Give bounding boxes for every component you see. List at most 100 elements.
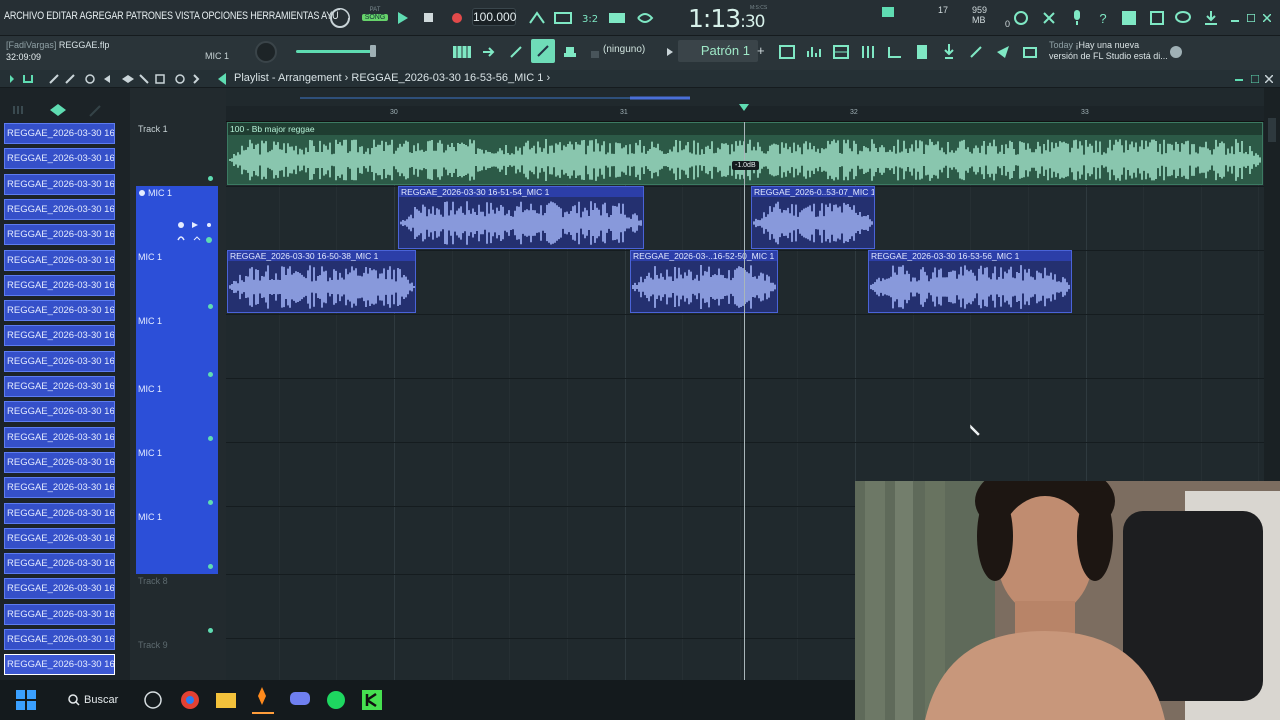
picker-clip-item[interactable]: REGGAE_2026-03-30 16-...	[4, 401, 115, 423]
keyboard-typing-icon[interactable]	[606, 7, 628, 29]
piano-roll-icon[interactable]	[830, 41, 852, 63]
track-settings-icon[interactable]	[138, 189, 146, 197]
chat-icon[interactable]	[1172, 7, 1194, 29]
add-pattern-button[interactable]: +	[757, 43, 765, 58]
arrow-right-icon[interactable]	[478, 41, 500, 63]
mixer-icon[interactable]	[857, 41, 879, 63]
track-header-4[interactable]: MIC 1	[136, 314, 218, 378]
audio-clip-vocal-3[interactable]: REGGAE_2026-03-30 16-50-38_MIC 1	[227, 250, 416, 313]
help-icon[interactable]: ?	[1092, 7, 1114, 29]
tempo-display[interactable]: 100.000	[472, 8, 516, 26]
stop-button[interactable]	[418, 7, 440, 29]
picker-clip-item[interactable]: REGGAE_2026-03-30 16-...	[4, 578, 115, 600]
picker-clip-item[interactable]: REGGAE_2026-03-30 16-...	[4, 123, 115, 144]
track-led-8[interactable]	[208, 628, 213, 633]
stamp-icon[interactable]	[559, 41, 581, 63]
playlist-menu-arrow-icon[interactable]	[218, 73, 228, 85]
recording-icon[interactable]	[329, 7, 351, 29]
track-header-1[interactable]: Track 1	[136, 122, 218, 186]
picker-clip-item[interactable]: REGGAE_2026-03-30 16-...	[4, 629, 115, 650]
track-header-3[interactable]: MIC 1	[136, 250, 218, 314]
track-led-4[interactable]	[208, 372, 213, 377]
track-led-1[interactable]	[208, 176, 213, 181]
overview-strip[interactable]	[300, 94, 690, 102]
plugin-picker-icon[interactable]	[911, 41, 933, 63]
playhead[interactable]	[744, 122, 745, 680]
close-app-icon[interactable]	[1256, 7, 1278, 29]
picker-clip-item[interactable]: REGGAE_2026-03-30 16-...	[4, 249, 115, 271]
picker-clip-item[interactable]: REGGAE_2026-03-30 16-...	[4, 451, 115, 473]
undo-icon[interactable]	[1010, 7, 1032, 29]
main-menu[interactable]: ARCHIVO EDITAR AGREGAR PATRONES VISTA OP…	[4, 10, 339, 22]
playlist-maximize-icon[interactable]	[1248, 68, 1262, 90]
audio-clip-beat[interactable]: 100 - Bb major reggae	[227, 122, 1263, 185]
master-pitch-slider[interactable]	[296, 50, 376, 53]
audio-clip-vocal-2[interactable]: REGGAE_2026-0..53-07_MIC 1	[751, 186, 875, 249]
track-header-8[interactable]: Track 8	[136, 574, 218, 638]
track-header-6[interactable]: MIC 1	[136, 442, 218, 506]
picker-clip-item[interactable]: REGGAE_2026-03-30 16-...	[4, 527, 115, 549]
task-view-icon[interactable]	[143, 690, 163, 710]
picker-clip-item[interactable]: REGGAE_2026-03-30 16-...	[4, 603, 115, 625]
loop-record-icon[interactable]	[634, 7, 656, 29]
record-button[interactable]	[446, 7, 468, 29]
track-led-7[interactable]	[208, 564, 213, 569]
playlist-minimize-icon[interactable]	[1232, 68, 1246, 90]
countdown-icon[interactable]: 3:2	[580, 7, 602, 29]
picker-clip-item[interactable]: REGGAE_2026-03-30 16-...	[4, 654, 115, 676]
slider-handle[interactable]	[370, 45, 376, 57]
plugin-database-icon[interactable]	[1146, 7, 1168, 29]
picker-clip-item[interactable]: REGGAE_2026-03-30 16-...	[4, 502, 115, 524]
touch-keyboard-icon[interactable]	[938, 41, 960, 63]
globe-icon[interactable]	[1165, 41, 1187, 63]
taskbar-search[interactable]: Buscar	[62, 689, 126, 711]
news-panel[interactable]: Today ¡Hay una nueva versión de FL Studi…	[1049, 40, 1168, 62]
picker-clip-item[interactable]: REGGAE_2026-03-30 16-...	[4, 300, 115, 322]
picker-clip-item[interactable]: REGGAE_2026-03-30 16-...	[4, 224, 115, 246]
audio-clip-vocal-5[interactable]: REGGAE_2026-03-30 16-53-56_MIC 1	[868, 250, 1072, 313]
track-led-3[interactable]	[208, 304, 213, 309]
playlist-icon[interactable]	[776, 41, 798, 63]
picker-clip-item[interactable]: REGGAE_2026-03-30 16-...	[4, 173, 115, 195]
audio-clip-vocal-4[interactable]: REGGAE_2026-03-..16-52-50_MIC 1	[630, 250, 778, 313]
picker-clip-item[interactable]: REGGAE_2026-03-30 16-...	[4, 553, 115, 575]
piano-icon[interactable]	[451, 41, 473, 63]
download-icon[interactable]	[1200, 7, 1222, 29]
pattern-selector[interactable]: Patrón 1	[678, 40, 758, 62]
picker-clip-item[interactable]: REGGAE_2026-03-30 16-...	[4, 477, 115, 499]
discord-icon[interactable]	[290, 690, 310, 706]
picker-clip-item[interactable]: REGGAE_2026-03-30 16-...	[4, 376, 115, 397]
track-header-9[interactable]: Track 9	[136, 638, 218, 680]
fl-studio-icon[interactable]	[252, 686, 274, 714]
master-volume-knob[interactable]	[255, 41, 277, 63]
shop-icon[interactable]	[1019, 41, 1041, 63]
wait-input-icon[interactable]	[552, 7, 574, 29]
save-icon[interactable]	[1118, 7, 1140, 29]
track-led-5[interactable]	[208, 436, 213, 441]
send-icon[interactable]	[992, 41, 1014, 63]
tempo-tapper-icon[interactable]	[965, 41, 987, 63]
browser-icon[interactable]	[884, 41, 906, 63]
chrome-icon[interactable]	[180, 690, 200, 710]
file-explorer-icon[interactable]	[216, 690, 236, 708]
microphone-icon[interactable]	[1066, 7, 1088, 29]
snap-select[interactable]: (ninguno)	[603, 44, 645, 55]
metronome-icon[interactable]	[526, 7, 548, 29]
audio-clip-vocal-1[interactable]: REGGAE_2026-03-30 16-51-54_MIC 1	[398, 186, 644, 249]
cut-tool-icon[interactable]	[1038, 7, 1060, 29]
track-led-6[interactable]	[208, 500, 213, 505]
picker-clip-item[interactable]: REGGAE_2026-03-30 16-...	[4, 274, 115, 296]
picker-clip-item[interactable]: REGGAE_2026-03-30 16-...	[4, 148, 115, 170]
play-button[interactable]	[392, 7, 414, 29]
channel-rack-icon[interactable]	[803, 41, 825, 63]
picker-clip-item[interactable]: REGGAE_2026-03-30 16-...	[4, 426, 115, 448]
magnet-snap-icon[interactable]	[531, 39, 555, 63]
picker-clip-item[interactable]: REGGAE_2026-03-30 16-...	[4, 325, 115, 347]
pattern-song-toggle[interactable]: PAT SONG	[362, 7, 388, 29]
track-controls[interactable]	[176, 220, 216, 246]
spotify-icon[interactable]	[326, 690, 346, 710]
kick-icon[interactable]	[362, 690, 382, 710]
track-header-7[interactable]: MIC 1	[136, 506, 218, 574]
windows-start-icon[interactable]	[16, 690, 36, 710]
picker-clip-item[interactable]: REGGAE_2026-03-30 16-...	[4, 198, 115, 220]
